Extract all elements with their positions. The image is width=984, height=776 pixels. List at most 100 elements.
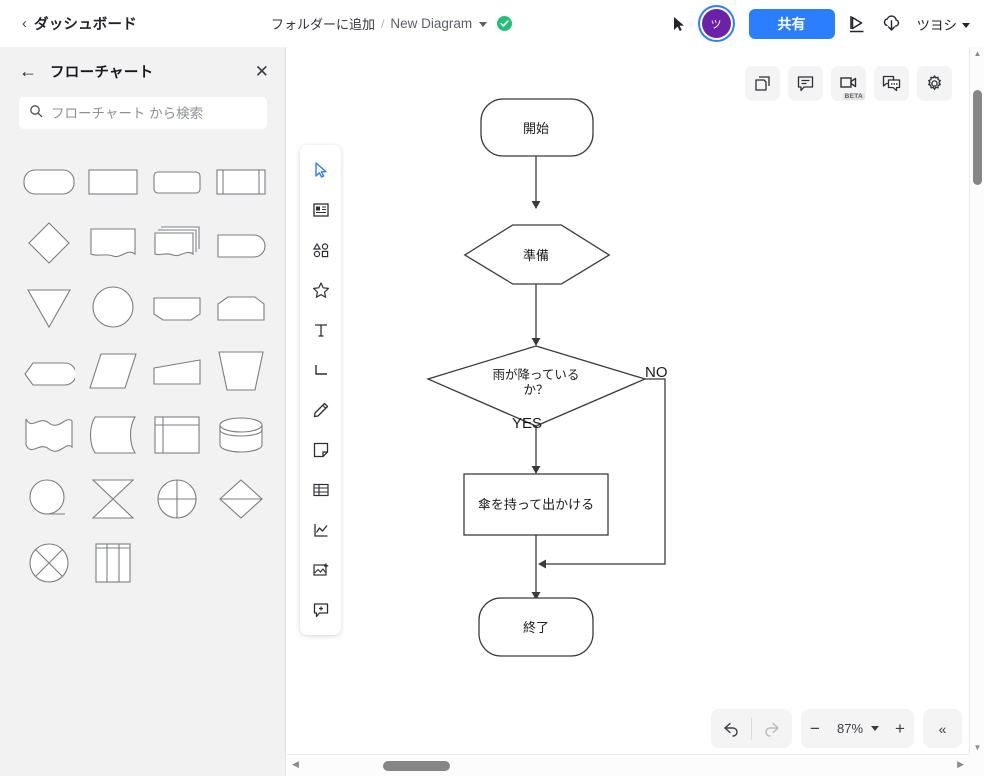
- chevron-down-icon: [962, 22, 970, 28]
- shape-diamond-decision[interactable]: [17, 211, 81, 275]
- share-button[interactable]: 共有: [748, 8, 835, 39]
- triangle-up-icon[interactable]: ▲: [970, 49, 984, 58]
- cursor-pointer-icon[interactable]: [669, 14, 689, 34]
- comment-add-tool[interactable]: [304, 590, 337, 630]
- sticky-note-tool[interactable]: [304, 430, 337, 470]
- shape-diamond-split[interactable]: [209, 467, 273, 531]
- shape-database-cylinder[interactable]: [209, 403, 273, 467]
- settings-gear-icon[interactable]: [917, 66, 952, 101]
- chat-icon[interactable]: [874, 66, 909, 101]
- svg-text:開始: 開始: [523, 121, 549, 136]
- node-start: 開始: [480, 98, 594, 157]
- avatar[interactable]: ツ: [701, 9, 731, 38]
- triangle-left-icon[interactable]: ◀: [292, 759, 299, 770]
- dashboard-back-link[interactable]: ‹ ダッシュボード: [22, 13, 137, 34]
- collapse-panel-button[interactable]: «: [923, 709, 962, 748]
- shapes-sidebar: ← フローチャート ✕: [0, 47, 286, 776]
- triangle-right-icon[interactable]: ▶: [957, 759, 964, 770]
- close-icon[interactable]: ✕: [255, 63, 269, 80]
- shape-preparation-flat[interactable]: [209, 275, 273, 339]
- svg-text:か？: か？: [523, 383, 548, 397]
- breadcrumb-separator: /: [381, 16, 385, 31]
- diagram-title[interactable]: New Diagram: [390, 16, 472, 31]
- table-tool[interactable]: [304, 470, 337, 510]
- svg-text:傘を持って出かける: 傘を持って出かける: [478, 497, 594, 512]
- text-tool[interactable]: [304, 310, 337, 350]
- search-icon: [29, 104, 43, 123]
- tool-rail: [300, 145, 341, 635]
- shape-manual-operation-down[interactable]: [145, 275, 209, 339]
- shape-predefined-process[interactable]: [209, 147, 273, 211]
- connector-line-tool[interactable]: [304, 350, 337, 390]
- canvas-tool-group: BETA: [745, 66, 952, 101]
- shape-stadium-hexagon[interactable]: [17, 339, 81, 403]
- undo-icon[interactable]: [711, 709, 751, 748]
- zoom-in-button[interactable]: +: [886, 719, 914, 739]
- flowchart-diagram: 開始 準備 雨が降っている か？ 傘を持って出かける 終了 YES NO: [426, 98, 668, 657]
- edge-label-no: NO: [645, 364, 668, 381]
- beta-badge: BETA: [842, 93, 865, 100]
- zoom-level-label[interactable]: 87%: [829, 721, 871, 736]
- shape-document[interactable]: [81, 211, 145, 275]
- diagram-canvas[interactable]: 開始 準備 雨が降っている か？ 傘を持って出かける 終了 YES NO BET…: [287, 47, 984, 776]
- breadcrumb: フォルダーに追加 / New Diagram: [271, 0, 513, 47]
- triangle-down-icon[interactable]: ▼: [970, 743, 984, 752]
- shape-manual-input-funnel[interactable]: [209, 339, 273, 403]
- svg-text:終了: 終了: [523, 620, 549, 635]
- horizontal-scrollbar[interactable]: ◀ ▶: [287, 754, 969, 776]
- image-tool[interactable]: [304, 550, 337, 590]
- shape-terminator-right-round[interactable]: [209, 211, 273, 275]
- user-name-label: ツヨシ: [916, 17, 958, 33]
- shape-triangle-down[interactable]: [17, 275, 81, 339]
- comment-icon[interactable]: [788, 66, 823, 101]
- cloud-upload-icon[interactable]: [880, 12, 903, 35]
- chevron-down-icon[interactable]: [871, 726, 879, 731]
- user-menu[interactable]: ツヨシ: [916, 14, 970, 34]
- shape-hourglass-merge[interactable]: [81, 467, 145, 531]
- vertical-scrollbar[interactable]: ▲ ▼: [969, 47, 984, 776]
- template-tool[interactable]: [304, 190, 337, 230]
- node-action: 傘を持って出かける: [463, 473, 609, 536]
- edge-label-yes: YES: [512, 415, 542, 432]
- chevron-down-icon[interactable]: [479, 22, 488, 27]
- shape-rounded-rectangle[interactable]: [17, 147, 81, 211]
- svg-text:準備: 準備: [523, 248, 549, 263]
- select-cursor-tool[interactable]: [304, 150, 337, 190]
- shape-parallelogram[interactable]: [81, 339, 145, 403]
- horizontal-scroll-thumb[interactable]: [383, 761, 450, 771]
- add-to-folder-link[interactable]: フォルダーに追加: [271, 14, 375, 33]
- shape-circle[interactable]: [81, 275, 145, 339]
- shape-palette: [17, 147, 285, 595]
- shape-rounded-corner-rectangle[interactable]: [145, 147, 209, 211]
- node-end: 終了: [478, 597, 594, 657]
- shape-curved-document[interactable]: [81, 403, 145, 467]
- shape-trapezoid-slant[interactable]: [145, 339, 209, 403]
- shape-wave-flag[interactable]: [17, 403, 81, 467]
- zoom-out-button[interactable]: −: [801, 719, 829, 739]
- pen-tool[interactable]: [304, 390, 337, 430]
- present-play-icon[interactable]: [846, 12, 869, 35]
- search-input[interactable]: [51, 105, 257, 121]
- shape-search-box[interactable]: [19, 97, 267, 129]
- arrow-left-icon[interactable]: ←: [19, 62, 37, 80]
- pages-icon[interactable]: [745, 66, 780, 101]
- shape-rectangle[interactable]: [81, 147, 145, 211]
- shape-circle-cross[interactable]: [145, 467, 209, 531]
- sidebar-header: ← フローチャート ✕: [0, 47, 285, 95]
- vertical-scroll-thumb[interactable]: [973, 90, 982, 185]
- app-window: ‹ ダッシュボード フォルダーに追加 / New Diagram ツ 共有 ツヨ…: [0, 0, 984, 776]
- node-decision: 雨が降っている か？: [426, 345, 647, 427]
- shape-circle-x[interactable]: [17, 531, 81, 595]
- chart-tool[interactable]: [304, 510, 337, 550]
- sidebar-title: フローチャート: [50, 64, 154, 81]
- shape-circle-with-tail[interactable]: [17, 467, 81, 531]
- shapes-tool[interactable]: [304, 230, 337, 270]
- favorites-star-tool[interactable]: [304, 270, 337, 310]
- redo-icon[interactable]: [752, 709, 792, 748]
- shape-multi-document[interactable]: [145, 211, 209, 275]
- shape-internal-storage[interactable]: [145, 403, 209, 467]
- video-icon[interactable]: BETA: [831, 66, 866, 101]
- shape-vertical-bars[interactable]: [81, 531, 145, 595]
- svg-text:雨が降っている: 雨が降っている: [493, 367, 580, 382]
- history-controls: [711, 709, 792, 748]
